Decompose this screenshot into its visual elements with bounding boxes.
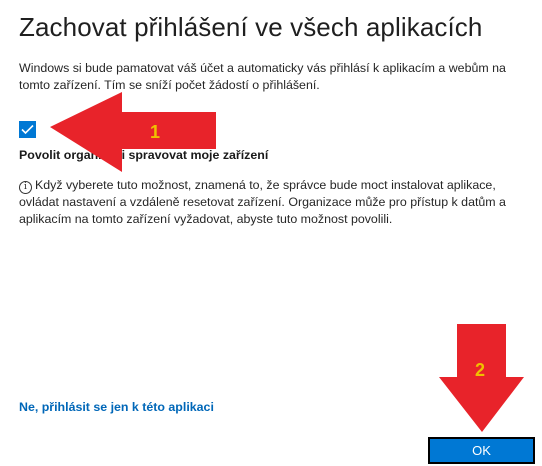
annotation-number-2: 2 bbox=[475, 360, 485, 380]
dialog: Zachovat přihlášení ve všech aplikacích … bbox=[0, 0, 542, 466]
annotation-arrow-1 bbox=[50, 92, 216, 172]
annotation-overlay: 1 2 bbox=[50, 92, 524, 432]
annotation-number-1: 1 bbox=[150, 122, 160, 142]
